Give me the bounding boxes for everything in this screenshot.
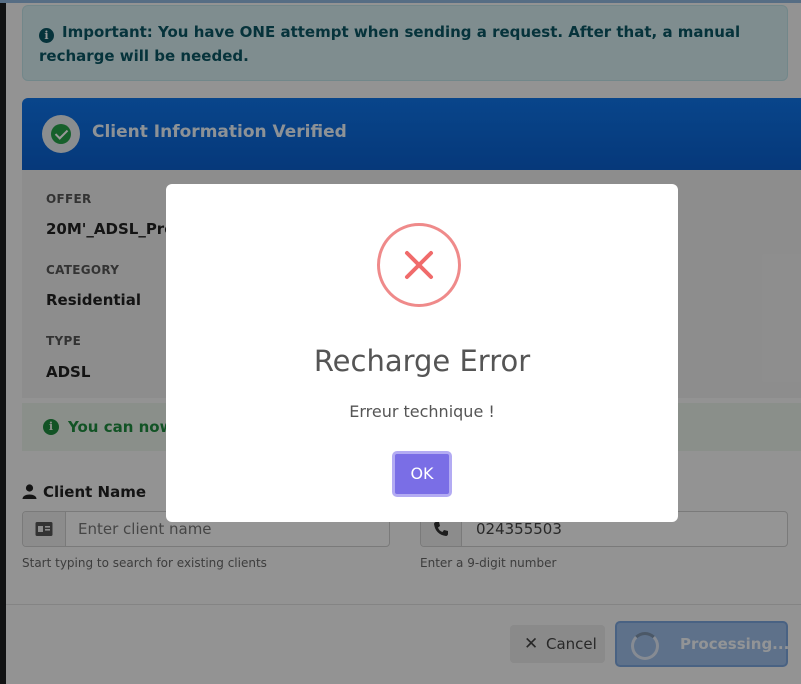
modal-title: Recharge Error [313,344,531,378]
error-x-icon [377,223,461,307]
error-modal: Recharge Error Erreur technique ! OK [166,184,678,522]
modal-message: Erreur technique ! [349,402,495,421]
ok-button[interactable]: OK [392,451,452,497]
